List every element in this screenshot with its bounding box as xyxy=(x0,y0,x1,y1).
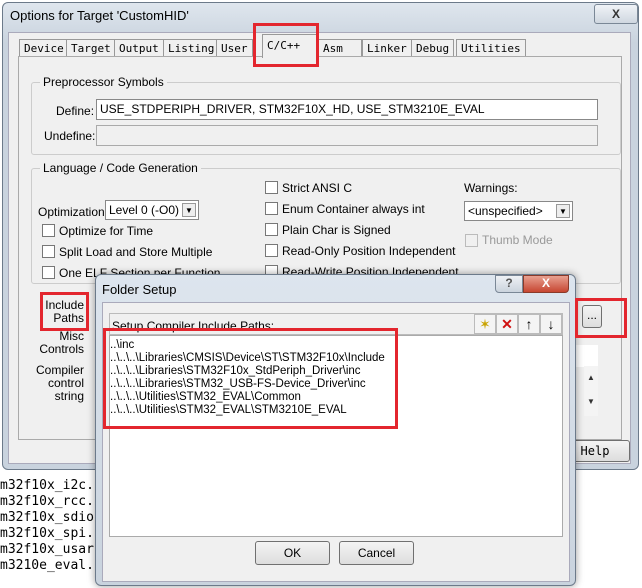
language-group-label: Language / Code Generation xyxy=(40,161,201,175)
optimization-select[interactable]: Level 0 (-O0) ▼ xyxy=(105,200,199,220)
split-load-label: Split Load and Store Multiple xyxy=(59,245,213,259)
highlight-paths-list xyxy=(103,328,398,429)
tab-listing[interactable]: Listing xyxy=(163,39,220,57)
enum-label: Enum Container always int xyxy=(282,202,425,216)
compiler-string-scrollbar[interactable]: ▲ ▼ xyxy=(584,366,598,416)
plain-char-label: Plain Char is Signed xyxy=(282,223,391,237)
folder-setup-dialog: Folder Setup ? X Setup Compiler Include … xyxy=(95,274,576,586)
ro-pi-label: Read-Only Position Independent xyxy=(282,244,456,258)
delete-icon[interactable]: ✕ xyxy=(496,314,518,334)
strict-ansi-label: Strict ANSI C xyxy=(282,181,353,195)
plain-char-checkbox[interactable] xyxy=(265,223,278,236)
tab-debug[interactable]: Debug xyxy=(411,39,455,57)
new-folder-icon[interactable]: ✶ xyxy=(474,314,496,334)
code-line: m3210e_eval. xyxy=(0,558,94,573)
optimization-value: Level 0 (-O0) xyxy=(109,203,180,217)
tab-asm[interactable]: Asm xyxy=(318,39,362,57)
one-elf-checkbox[interactable] xyxy=(42,266,55,279)
close-button[interactable]: X xyxy=(594,4,638,24)
code-line: m32f10x_sdio xyxy=(0,510,94,525)
warnings-select[interactable]: <unspecified> ▼ xyxy=(464,201,573,221)
help-button[interactable]: ? xyxy=(495,275,523,293)
optimization-label: Optimization: xyxy=(38,205,109,219)
thumb-mode-checkbox[interactable] xyxy=(465,234,478,247)
tab-utilities[interactable]: Utilities xyxy=(456,39,526,57)
compiler-line: string xyxy=(54,389,84,403)
dialog-title: Options for Target 'CustomHID' xyxy=(10,8,189,23)
misc-controls-input[interactable] xyxy=(576,345,598,367)
undefine-input[interactable] xyxy=(96,125,598,146)
preprocessor-group-label: Preprocessor Symbols xyxy=(40,75,167,89)
move-down-icon[interactable]: ↓ xyxy=(540,314,562,334)
define-input[interactable]: USE_STDPERIPH_DRIVER, STM32F10X_HD, USE_… xyxy=(96,99,598,120)
highlight-browse-button xyxy=(575,298,627,338)
optimize-time-checkbox[interactable] xyxy=(42,224,55,237)
highlight-include-paths xyxy=(40,292,89,331)
code-line: m32f10x_i2c. xyxy=(0,478,94,493)
code-line: m32f10x_usar xyxy=(0,542,94,557)
enum-checkbox[interactable] xyxy=(265,202,278,215)
ro-pi-checkbox[interactable] xyxy=(265,244,278,257)
tab-linker[interactable]: Linker xyxy=(362,39,412,57)
tab-output[interactable]: Output xyxy=(114,39,164,57)
move-up-icon[interactable]: ↑ xyxy=(518,314,540,334)
warnings-label: Warnings: xyxy=(464,181,518,195)
thumb-mode-label: Thumb Mode xyxy=(482,233,553,247)
folder-setup-title: Folder Setup xyxy=(102,282,177,297)
tab-user[interactable]: User xyxy=(216,39,253,57)
code-line: m32f10x_spi. xyxy=(0,526,94,541)
highlight-cpp-tab xyxy=(253,23,319,67)
code-line: m32f10x_rcc. xyxy=(0,494,94,509)
chevron-down-icon: ▼ xyxy=(182,203,196,217)
misc-controls-label: Misc Controls xyxy=(30,330,84,356)
misc-line: Controls xyxy=(39,342,84,356)
undefine-label: Undefine: xyxy=(44,129,96,143)
tab-device[interactable]: Device xyxy=(19,39,69,57)
cancel-button[interactable]: Cancel xyxy=(339,541,414,565)
optimize-time-label: Optimize for Time xyxy=(59,224,154,238)
chevron-down-icon: ▼ xyxy=(556,204,570,218)
define-label: Define: xyxy=(56,104,95,118)
background-code: m32f10x_i2c. m32f10x_rcc. m32f10x_sdio m… xyxy=(0,478,94,574)
strict-ansi-checkbox[interactable] xyxy=(265,181,278,194)
compiler-control-label: Compiler control string xyxy=(30,364,84,403)
tab-target[interactable]: Target xyxy=(66,39,116,57)
split-load-checkbox[interactable] xyxy=(42,245,55,258)
ok-button[interactable]: OK xyxy=(255,541,330,565)
warnings-value: <unspecified> xyxy=(468,204,543,218)
close-button[interactable]: X xyxy=(523,275,569,293)
